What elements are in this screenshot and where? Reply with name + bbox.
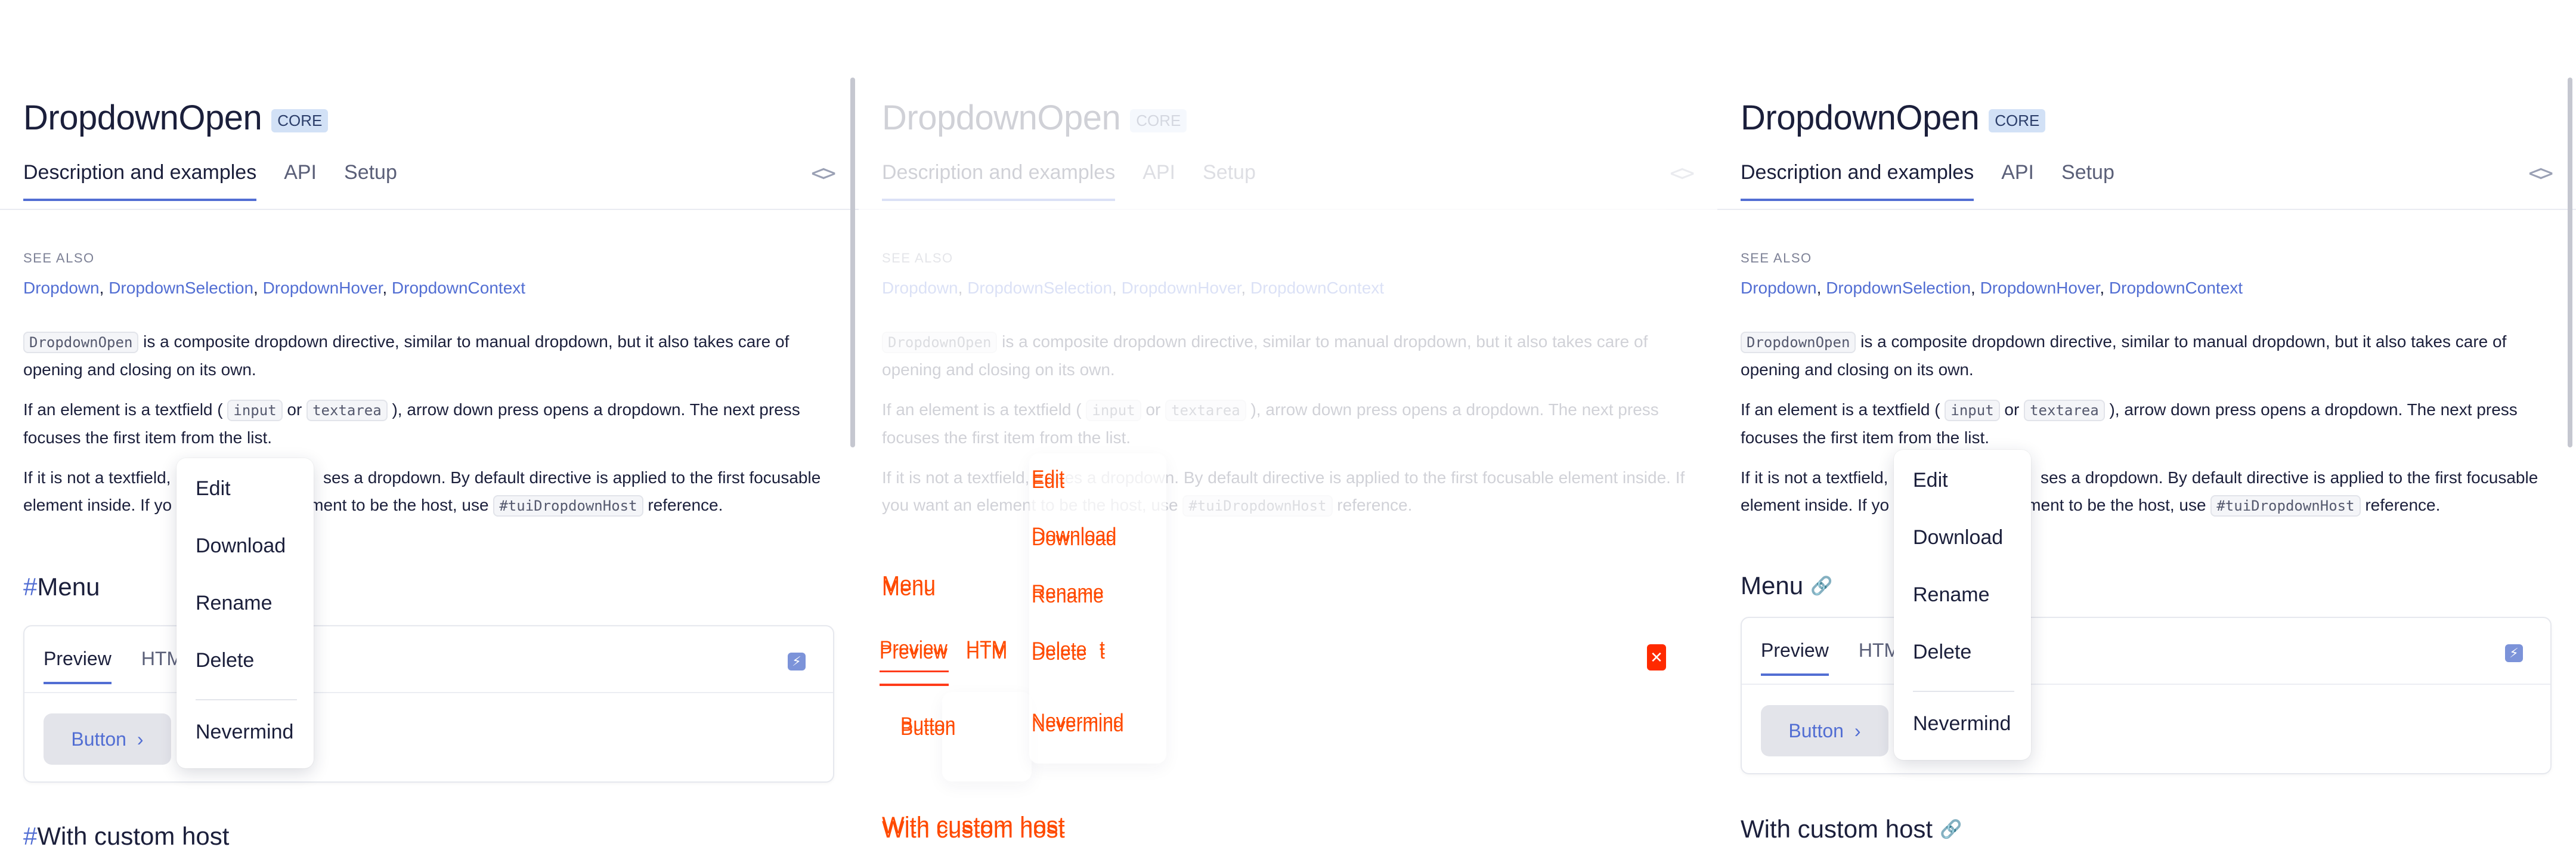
tabs-divider bbox=[1717, 209, 2576, 210]
description-paragraph-3: If it is not a textfield, ses a dropdown… bbox=[1741, 464, 2552, 520]
core-badge: CORE bbox=[271, 109, 329, 132]
see-also-link-dropdown-context[interactable]: DropdownContext bbox=[392, 279, 525, 297]
dropdown-trigger-button[interactable]: Button › bbox=[44, 713, 171, 765]
see-also-links: Dropdown, DropdownSelection, DropdownHov… bbox=[1741, 279, 2243, 297]
demo-tab-preview[interactable]: Preview bbox=[44, 648, 112, 684]
code-tui-dropdown-host: #tuiDropdownHost bbox=[493, 495, 643, 517]
demo-divider bbox=[1742, 684, 2550, 685]
core-badge: CORE bbox=[1130, 109, 1187, 132]
menu-item-download[interactable]: Download bbox=[196, 534, 286, 558]
description-paragraph-3: If it is not a textfield, ses a dropdown… bbox=[23, 464, 834, 520]
menu-divider bbox=[1913, 691, 2014, 692]
description-paragraph-1: DropdownOpen is a composite dropdown dir… bbox=[1741, 332, 2507, 379]
tab-description[interactable]: Description and examples bbox=[1741, 161, 1974, 201]
see-also-link-dropdown-context[interactable]: DropdownContext bbox=[2109, 279, 2243, 297]
tab-api[interactable]: API bbox=[284, 161, 317, 201]
tab-api[interactable]: API bbox=[1143, 161, 1175, 201]
menu-item-rename[interactable]: Rename bbox=[1913, 583, 1990, 607]
tabs-divider bbox=[0, 209, 859, 210]
code-dropdown-open: DropdownOpen bbox=[23, 332, 139, 353]
page-title: DropdownOpen bbox=[1741, 98, 1980, 137]
menu-item-nevermind[interactable]: Nevermind bbox=[196, 721, 293, 744]
section-heading-menu: #Menu bbox=[23, 573, 100, 601]
see-also-link-dropdown-hover[interactable]: DropdownHover bbox=[263, 279, 383, 297]
code-textarea: textarea bbox=[2024, 400, 2105, 421]
page-title: DropdownOpen bbox=[882, 98, 1121, 137]
tab-setup[interactable]: Setup bbox=[1203, 161, 1256, 201]
description-paragraph-2: If an element is a textfield ( input or … bbox=[1741, 400, 2518, 447]
see-also-label: SEE ALSO bbox=[1741, 251, 1812, 265]
menu-item-download[interactable]: Download bbox=[1913, 526, 2003, 549]
menu-item-nevermind[interactable]: Nevermind bbox=[1913, 712, 2011, 736]
code-input: input bbox=[1945, 400, 2000, 421]
dropdown-menu: Edit Download Rename Delete Nevermind bbox=[1894, 450, 2031, 760]
bolt-icon[interactable]: ⚡ bbox=[2505, 644, 2523, 662]
demo-card: Preview HTM t ⚡ Button › bbox=[1741, 617, 2552, 774]
docs-pane-right: DropdownOpen CORE Description and exampl… bbox=[1717, 0, 2576, 859]
page-tabs: Description and examples API Setup bbox=[882, 161, 1256, 201]
see-also-link-dropdown-selection[interactable]: DropdownSelection bbox=[109, 279, 253, 297]
menu-item-edit[interactable]: Edit bbox=[196, 477, 231, 500]
tab-description[interactable]: Description and examples bbox=[23, 161, 257, 201]
menu-divider bbox=[196, 699, 297, 700]
code-textarea: textarea bbox=[306, 400, 388, 421]
menu-item-delete[interactable]: Delete bbox=[196, 649, 254, 672]
tab-description[interactable]: Description and examples bbox=[882, 161, 1116, 201]
description-paragraph-3: If it is not a textfield, it uses a drop… bbox=[882, 464, 1693, 520]
description-paragraph-1: DropdownOpen is a composite dropdown dir… bbox=[882, 332, 1648, 379]
scrollbar[interactable] bbox=[2568, 78, 2572, 447]
see-also-links: Dropdown, DropdownSelection, DropdownHov… bbox=[23, 279, 526, 297]
demo-divider bbox=[24, 692, 833, 693]
see-also-label: SEE ALSO bbox=[23, 251, 95, 265]
title-row: DropdownOpen CORE bbox=[1741, 98, 2046, 138]
title-row: DropdownOpen CORE bbox=[23, 98, 329, 138]
code-dropdown-open: DropdownOpen bbox=[1741, 332, 1856, 353]
see-also-link-dropdown-hover[interactable]: DropdownHover bbox=[1980, 279, 2100, 297]
bolt-icon[interactable]: ⚡ bbox=[788, 653, 806, 670]
section-heading-custom-host: #With custom host bbox=[23, 822, 230, 850]
description-paragraph-2: If an element is a textfield ( input or … bbox=[882, 400, 1659, 447]
see-also-link-dropdown-selection[interactable]: DropdownSelection bbox=[1826, 279, 1971, 297]
page-tabs: Description and examples API Setup bbox=[23, 161, 397, 201]
code-input: input bbox=[227, 400, 283, 421]
code-toggle-icon[interactable]: <> bbox=[1670, 160, 1695, 186]
tabs-divider bbox=[859, 209, 1717, 210]
docs-pane-middle: DropdownOpen CORE Description and exampl… bbox=[859, 0, 1717, 859]
scrollbar[interactable] bbox=[850, 78, 855, 447]
dropdown-menu: Edit Download Rename Delete Nevermind bbox=[177, 458, 314, 768]
link-icon[interactable]: 🔗 bbox=[1940, 819, 1962, 840]
page-tabs: Description and examples API Setup bbox=[1741, 161, 2114, 201]
anchor-hash[interactable]: # bbox=[23, 573, 37, 601]
docs-pane-left: DropdownOpen CORE Description and exampl… bbox=[0, 0, 859, 859]
code-tui-dropdown-host: #tuiDropdownHost bbox=[2210, 495, 2361, 517]
page-title: DropdownOpen bbox=[23, 98, 262, 137]
description-paragraph-2: If an element is a textfield ( input or … bbox=[23, 400, 800, 447]
tab-setup[interactable]: Setup bbox=[2061, 161, 2114, 201]
see-also-link-dropdown[interactable]: Dropdown bbox=[1741, 279, 1817, 297]
demo-tab-preview[interactable]: Preview bbox=[1761, 639, 1829, 676]
core-badge: CORE bbox=[1989, 109, 2046, 132]
chevron-right-icon: › bbox=[137, 728, 144, 750]
link-icon[interactable]: 🔗 bbox=[1810, 576, 1832, 597]
title-row: DropdownOpen CORE bbox=[882, 98, 1187, 138]
anchor-hash[interactable]: # bbox=[23, 822, 37, 850]
tab-setup[interactable]: Setup bbox=[344, 161, 397, 201]
tab-api[interactable]: API bbox=[2001, 161, 2034, 201]
dropdown-trigger-button[interactable]: Button › bbox=[1761, 705, 1888, 756]
demo-card: Preview HTM t ⚡ Button › bbox=[23, 625, 834, 783]
code-toggle-icon[interactable]: <> bbox=[811, 160, 836, 186]
description-paragraph-1: DropdownOpen is a composite dropdown dir… bbox=[23, 332, 789, 379]
menu-item-edit[interactable]: Edit bbox=[1913, 469, 1948, 492]
see-also-link-dropdown[interactable]: Dropdown bbox=[23, 279, 100, 297]
section-heading-custom-host: With custom host 🔗 bbox=[1741, 815, 1962, 843]
see-also-label: SEE ALSO bbox=[882, 251, 953, 265]
code-toggle-icon[interactable]: <> bbox=[2528, 160, 2553, 186]
section-heading-menu: Menu 🔗 bbox=[1741, 571, 1833, 600]
see-also-links: Dropdown, DropdownSelection, DropdownHov… bbox=[882, 279, 1385, 297]
chevron-right-icon: › bbox=[1854, 719, 1861, 741]
menu-item-rename[interactable]: Rename bbox=[196, 592, 273, 615]
menu-item-delete[interactable]: Delete bbox=[1913, 641, 1971, 664]
